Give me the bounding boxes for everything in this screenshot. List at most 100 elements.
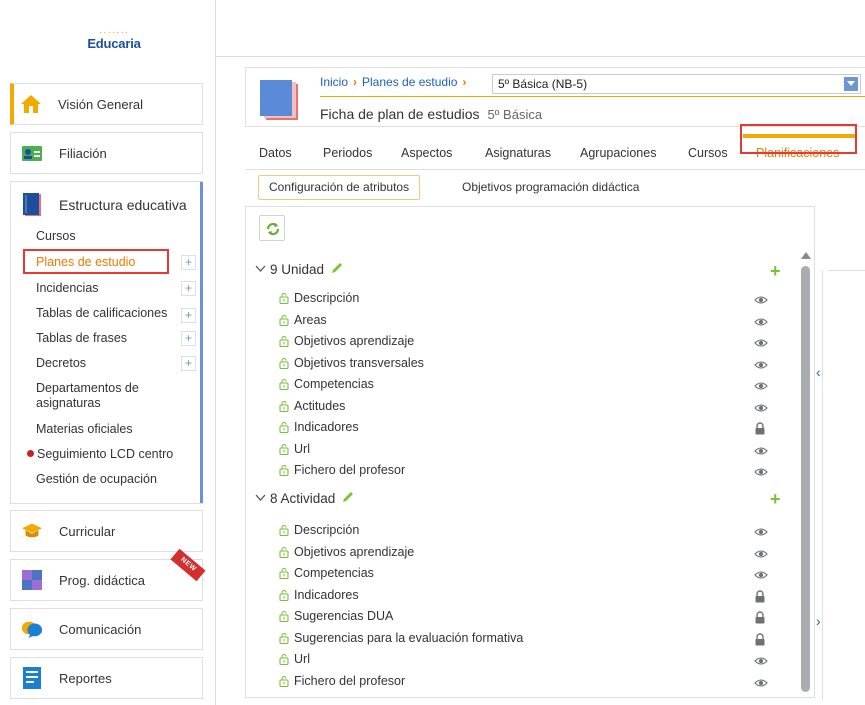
field-row[interactable]: Competencias — [279, 566, 374, 580]
plus-icon[interactable]: + — [770, 490, 781, 508]
eye-icon[interactable] — [754, 525, 768, 537]
eye-icon[interactable] — [754, 465, 768, 477]
lock-icon[interactable] — [754, 422, 768, 435]
sidebar-item-tablas-frases[interactable]: Tablas de frases — [36, 331, 127, 346]
educaria-logo[interactable]: ······· Educaria — [84, 28, 144, 52]
group-header-unidad[interactable]: 9 Unidad — [255, 261, 344, 278]
add-plan-button[interactable]: + — [181, 255, 196, 270]
nav-reportes[interactable]: Reportes — [10, 657, 203, 699]
field-row[interactable]: Sugerencias para la evaluación formativa — [279, 631, 523, 645]
sidebar-item-incidencias[interactable]: Incidencias — [36, 281, 99, 296]
right-pane: ‹ › — [816, 270, 865, 700]
group-header-actividad[interactable]: 8 Actividad — [255, 490, 355, 507]
pencil-icon[interactable] — [330, 261, 344, 278]
plan-select[interactable]: 5º Básica (NB-5) — [492, 74, 861, 94]
eye-icon[interactable] — [754, 293, 768, 305]
sidebar-item-tablas-calificaciones[interactable]: Tablas de calificaciones — [36, 306, 167, 321]
sidebar-item-departamentos[interactable]: Departamentos de asignaturas — [36, 381, 181, 411]
refresh-button[interactable] — [259, 215, 285, 241]
eye-icon[interactable] — [754, 654, 768, 666]
tab-periodos[interactable]: Periodos — [323, 146, 372, 160]
field-row[interactable]: Fichero del profesor — [279, 674, 405, 688]
field-row[interactable]: Areas — [279, 313, 327, 327]
chevron-right-icon[interactable]: › — [816, 613, 821, 629]
eye-icon[interactable] — [754, 568, 768, 580]
chevron-left-icon[interactable]: ‹ — [816, 364, 821, 380]
sidebar: ······· Educaria Visión General Filiació… — [0, 0, 216, 705]
tab-cursos[interactable]: Cursos — [688, 146, 728, 160]
eye-icon[interactable] — [754, 315, 768, 327]
field-label: Actitudes — [294, 398, 346, 413]
nav-label: Reportes — [59, 670, 112, 686]
graduation-cap-icon — [21, 520, 43, 542]
tab-agrupaciones[interactable]: Agrupaciones — [580, 146, 656, 160]
field-row[interactable]: Actitudes — [279, 399, 345, 413]
eye-icon[interactable] — [754, 358, 768, 370]
sidebar-item-seguimiento-lcd[interactable]: Seguimiento LCD centro — [27, 447, 173, 462]
unlock-icon — [279, 421, 289, 434]
field-row[interactable]: Objetivos transversales — [279, 356, 424, 370]
refresh-icon — [266, 222, 280, 236]
breadcrumb: Inicio › Planes de estudio › — [320, 75, 471, 89]
nav-comunicacion[interactable]: Comunicación — [10, 608, 203, 650]
scroll-up-icon[interactable] — [801, 252, 811, 259]
tab-datos[interactable]: Datos — [259, 146, 292, 160]
lock-icon[interactable] — [754, 589, 768, 602]
eye-icon[interactable] — [754, 676, 768, 688]
eye-icon[interactable] — [754, 547, 768, 559]
field-row[interactable]: Objetivos aprendizaje — [279, 545, 414, 559]
eye-icon[interactable] — [754, 444, 768, 456]
lock-icon[interactable] — [754, 611, 768, 624]
add-tabla-button[interactable]: + — [181, 308, 196, 323]
lock-icon[interactable] — [754, 632, 768, 645]
field-row[interactable]: Url — [279, 652, 310, 666]
unlock-icon — [279, 589, 289, 601]
nav-filiacion[interactable]: Filiación — [10, 132, 203, 174]
eye-icon[interactable] — [754, 401, 768, 413]
scroll-thumb[interactable] — [801, 266, 810, 692]
breadcrumb-separator-icon: › — [353, 75, 358, 89]
plus-icon[interactable]: + — [770, 262, 781, 280]
add-frase-button[interactable]: + — [181, 331, 196, 346]
field-row[interactable]: Competencias — [279, 377, 374, 391]
tab-asignaturas[interactable]: Asignaturas — [485, 146, 551, 160]
nav-estructura-header[interactable]: Estructura educativa — [21, 192, 187, 218]
eye-icon[interactable] — [754, 336, 768, 348]
nav-prog-didactica[interactable]: Prog. didáctica — [10, 559, 203, 601]
add-decreto-button[interactable]: + — [181, 356, 196, 371]
field-label: Competencias — [294, 377, 374, 391]
vertical-scrollbar[interactable] — [801, 252, 811, 696]
field-label: Competencias — [294, 566, 374, 580]
field-row[interactable]: Objetivos aprendizaje — [279, 334, 414, 348]
field-row[interactable]: Indicadores — [279, 420, 359, 434]
field-label: Url — [294, 652, 310, 666]
report-icon — [21, 667, 43, 689]
field-row[interactable]: Url — [279, 442, 310, 456]
dropdown-arrow-icon[interactable] — [844, 77, 858, 91]
pencil-icon[interactable] — [341, 490, 355, 507]
home-icon — [20, 93, 42, 115]
breadcrumb-planes[interactable]: Planes de estudio — [362, 75, 457, 89]
unlock-icon — [279, 378, 289, 391]
field-row[interactable]: Indicadores — [279, 588, 359, 602]
sidebar-item-gestion-ocupacion[interactable]: Gestión de ocupación — [36, 472, 157, 487]
field-row[interactable]: Sugerencias DUA — [279, 609, 393, 623]
item-label: Seguimiento LCD centro — [37, 447, 174, 461]
sidebar-item-decretos[interactable]: Decretos — [36, 356, 86, 371]
sidebar-item-materias-oficiales[interactable]: Materias oficiales — [36, 422, 133, 437]
field-row[interactable]: Descripción — [279, 291, 359, 305]
breadcrumb-inicio[interactable]: Inicio — [320, 75, 348, 89]
nav-vision-general[interactable]: Visión General — [10, 83, 203, 125]
field-row[interactable]: Descripción — [279, 523, 359, 537]
sidebar-item-cursos[interactable]: Cursos — [36, 229, 76, 244]
tab-aspectos[interactable]: Aspectos — [401, 146, 452, 160]
add-incidencia-button[interactable]: + — [181, 281, 196, 296]
chevron-down-icon[interactable] — [255, 493, 266, 505]
subtab-configuracion-atributos[interactable]: Configuración de atributos — [258, 175, 421, 200]
eye-icon[interactable] — [754, 379, 768, 391]
field-row[interactable]: Fichero del profesor — [279, 463, 405, 477]
unlock-icon — [279, 524, 289, 537]
nav-curricular[interactable]: Curricular — [10, 510, 203, 552]
subtab-objetivos-programacion[interactable]: Objetivos programación didáctica — [462, 180, 639, 194]
chevron-down-icon[interactable] — [255, 264, 266, 276]
